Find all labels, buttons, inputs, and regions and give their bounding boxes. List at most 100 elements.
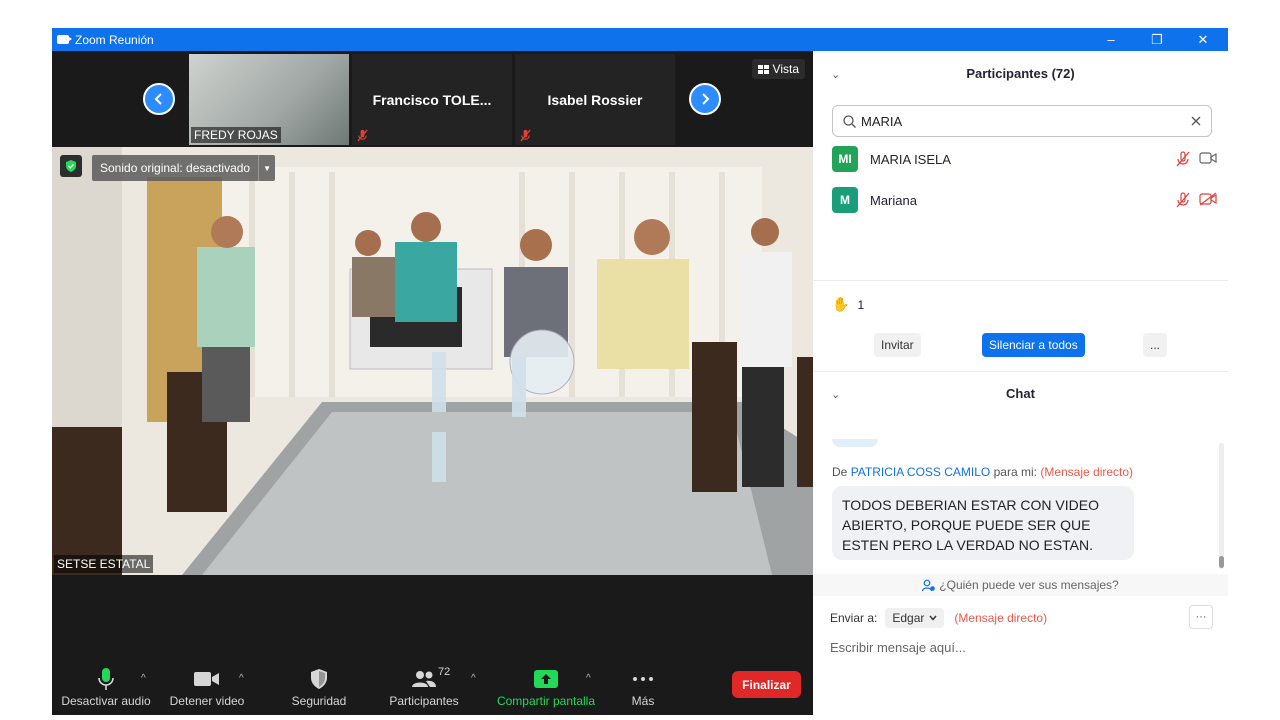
- participant-row-maria-isela[interactable]: MI MARIA ISELA: [832, 146, 1217, 172]
- avatar: MI: [832, 146, 858, 172]
- participants-label: Participantes: [389, 694, 459, 708]
- participant-search-input[interactable]: [861, 113, 1181, 129]
- video-camera-icon: [194, 672, 219, 686]
- security-button[interactable]: Seguridad: [284, 647, 354, 715]
- send-to-label: Enviar a:: [830, 611, 878, 625]
- invite-button[interactable]: Invitar: [874, 333, 921, 357]
- stop-video-label: Detener video: [169, 694, 245, 708]
- filmstrip-prev-button[interactable]: [143, 83, 175, 115]
- message-bubble[interactable]: TODOS DEBERIAN ESTAR CON VIDEO ABIERTO, …: [832, 486, 1134, 560]
- clear-search-icon[interactable]: [1191, 116, 1201, 126]
- chat-scrollbar[interactable]: [1219, 443, 1224, 569]
- send-to-row: Enviar a: Edgar (Mensaje directo): [830, 607, 1047, 629]
- people-icon: [412, 671, 436, 687]
- security-label: Seguridad: [291, 694, 347, 708]
- to-me-label: para mi:: [993, 465, 1037, 479]
- grid-view-icon: [757, 64, 769, 74]
- direct-message-tag: (Mensaje directo): [1040, 465, 1134, 479]
- side-panel: ⌄ Participantes (72) MI MARIA ISELA M Ma…: [813, 51, 1228, 692]
- participant-name: MARIA ISELA: [870, 151, 951, 167]
- filmstrip-next-button[interactable]: [689, 83, 721, 115]
- view-label: Vista: [772, 62, 799, 76]
- participants-panel-title: Participantes (72): [966, 66, 1075, 81]
- chat-message-list: De PATRICIA COSS CAMILO para mi: (Mensaj…: [813, 439, 1228, 573]
- mute-audio-button[interactable]: Desactivar audio: [61, 647, 151, 715]
- video-filmstrip: FREDY ROJAS Francisco TOLE... Isabel Ros…: [52, 51, 813, 147]
- original-sound-label: Sonido original: desactivado: [100, 161, 251, 175]
- participant-search-box[interactable]: [832, 105, 1212, 137]
- tile-name-label: FREDY ROJAS: [191, 127, 281, 143]
- video-tile-isabel-rossier[interactable]: Isabel Rossier: [515, 54, 675, 145]
- shield-icon: [311, 669, 327, 689]
- original-sound-toggle[interactable]: Sonido original: desactivado ▼: [92, 155, 276, 181]
- chat-panel-title: Chat: [1006, 386, 1035, 401]
- end-meeting-button[interactable]: Finalizar: [732, 671, 801, 698]
- raised-hands-row: ✋ 1: [832, 296, 864, 313]
- shield-check-icon: [66, 160, 76, 172]
- share-screen-icon: [534, 670, 558, 688]
- chevron-left-icon: [154, 93, 162, 105]
- who-can-see-messages-link[interactable]: ¿Quién puede ver sus mensajes?: [813, 574, 1228, 596]
- chat-scrollbar-thumb[interactable]: [1219, 556, 1224, 568]
- minimize-button[interactable]: –: [1088, 28, 1134, 51]
- previous-message-bubble: [832, 439, 878, 447]
- divider: [813, 371, 1228, 372]
- from-prefix: De: [832, 465, 848, 479]
- chevron-down-icon[interactable]: ▼: [258, 155, 275, 181]
- audio-options-chevron-icon[interactable]: ^: [141, 673, 146, 684]
- active-speaker-video: Sonido original: desactivado ▼ SETSE EST…: [52, 147, 813, 575]
- share-screen-button[interactable]: Compartir pantalla: [492, 647, 600, 715]
- muted-mic-icon: [357, 129, 368, 142]
- more-label: Más: [631, 694, 655, 708]
- more-button[interactable]: Más: [624, 647, 662, 715]
- chevron-down-icon: [929, 615, 937, 621]
- participants-more-button[interactable]: ...: [1143, 333, 1168, 357]
- send-direct-message-tag: (Mensaje directo): [954, 611, 1048, 625]
- participants-button[interactable]: 72 Participantes: [388, 647, 460, 715]
- divider: [813, 280, 1228, 281]
- encryption-shield-badge[interactable]: [60, 155, 82, 177]
- chat-more-button[interactable]: ···: [1189, 605, 1213, 629]
- chat-message-input[interactable]: [830, 636, 1210, 658]
- video-camera-icon[interactable]: [1199, 151, 1217, 165]
- raised-hands-count: 1: [857, 297, 865, 312]
- avatar: M: [832, 187, 858, 213]
- video-tile-fredy-rojas[interactable]: FREDY ROJAS: [189, 54, 349, 145]
- tile-name-label: Francisco TOLE...: [372, 92, 492, 108]
- zoom-window: Zoom Reunión – ❐ ✕ FREDY ROJAS Francisco…: [52, 28, 1228, 715]
- share-options-chevron-icon[interactable]: ^: [586, 673, 591, 684]
- participant-name: Mariana: [870, 192, 917, 208]
- zoom-app-icon: [57, 35, 72, 44]
- mute-audio-label: Desactivar audio: [61, 694, 151, 708]
- search-icon: [843, 114, 856, 128]
- raised-hand-icon: ✋: [832, 296, 850, 312]
- tile-name-label: Isabel Rossier: [547, 92, 643, 108]
- muted-mic-icon[interactable]: [1175, 151, 1191, 167]
- meeting-stage: FREDY ROJAS Francisco TOLE... Isabel Ros…: [52, 51, 813, 715]
- video-off-icon[interactable]: [1199, 192, 1217, 206]
- meeting-toolbar: Desactivar audio ^ Detener video ^ Segur…: [52, 647, 813, 715]
- participants-options-chevron-icon[interactable]: ^: [471, 673, 476, 684]
- share-screen-label: Compartir pantalla: [496, 694, 596, 708]
- window-title: Zoom Reunión: [75, 32, 154, 47]
- mute-all-button[interactable]: Silenciar a todos: [982, 333, 1085, 357]
- video-options-chevron-icon[interactable]: ^: [239, 673, 244, 684]
- video-tile-francisco[interactable]: Francisco TOLE...: [352, 54, 512, 145]
- view-button[interactable]: Vista: [751, 59, 805, 79]
- muted-mic-icon: [520, 129, 531, 142]
- microphone-icon: [98, 668, 114, 690]
- message-sender-link[interactable]: PATRICIA COSS CAMILO: [851, 465, 991, 479]
- stop-video-button[interactable]: Detener video: [167, 647, 247, 715]
- more-dots-icon: [633, 677, 653, 681]
- chevron-right-icon: [702, 93, 710, 105]
- meeting-room-scene: [52, 147, 813, 575]
- person-info-icon: [922, 579, 936, 591]
- participant-row-mariana[interactable]: M Mariana: [832, 187, 1217, 213]
- muted-mic-icon[interactable]: [1175, 192, 1191, 208]
- recipient-name: Edgar: [892, 611, 925, 625]
- maximize-button[interactable]: ❐: [1134, 28, 1180, 51]
- message-header: De PATRICIA COSS CAMILO para mi: (Mensaj…: [832, 465, 1133, 479]
- recipient-dropdown[interactable]: Edgar: [885, 608, 945, 628]
- participants-count-badge: 72: [438, 666, 451, 678]
- close-window-button[interactable]: ✕: [1180, 28, 1226, 51]
